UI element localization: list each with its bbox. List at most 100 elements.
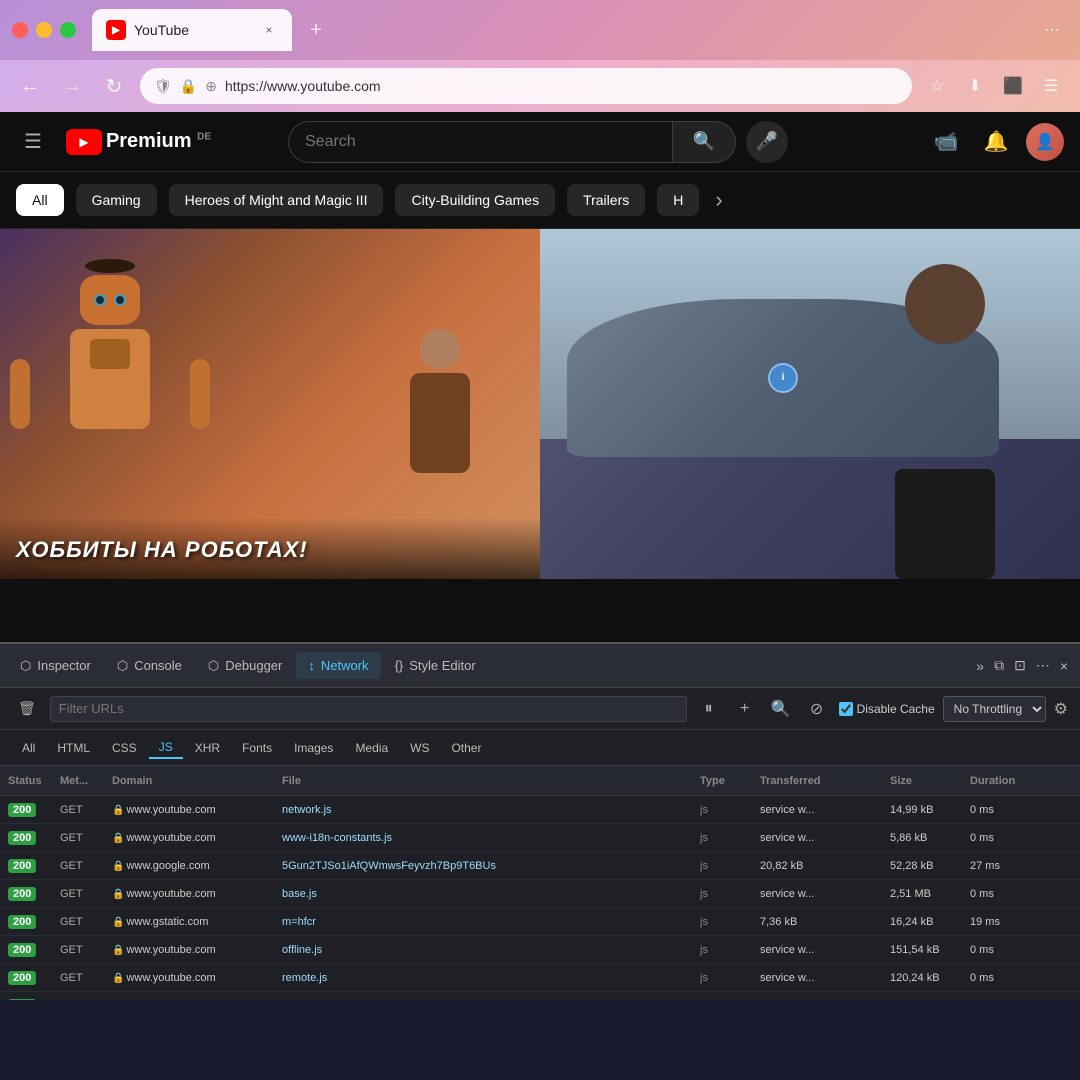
extensions-button[interactable]: ⬛: [998, 71, 1028, 101]
microphone-button[interactable]: 🎤: [746, 121, 788, 163]
filter-other[interactable]: Other: [441, 738, 491, 758]
domain-cell: 🔒www.google.com: [108, 860, 278, 872]
throttle-select[interactable]: No Throttling: [943, 696, 1046, 722]
block-urls-button[interactable]: ⊘: [803, 695, 831, 723]
method-cell: GET: [56, 944, 108, 956]
yt-videos: ХОББИТЫ НА РОБОТАХ! i: [0, 229, 1080, 579]
maximize-button[interactable]: [60, 22, 76, 38]
table-header: Status Met... Domain File Type Transferr…: [0, 766, 1080, 796]
search-input[interactable]: [288, 121, 672, 163]
chip-trailers[interactable]: Trailers: [567, 184, 645, 216]
lock-icon: 🔒: [112, 945, 124, 956]
transferred-cell: 20,82 kB: [756, 860, 886, 872]
add-video-button[interactable]: 📹: [926, 122, 966, 162]
chip-all[interactable]: All: [16, 184, 64, 216]
clear-network-button[interactable]: 🗑: [12, 696, 42, 721]
tab-style-editor[interactable]: {} Style Editor: [383, 652, 488, 679]
size-cell: 5,86 kB: [886, 832, 966, 844]
address-bar[interactable]: 🛡 🔒 ⊕ https://www.youtube.com: [140, 68, 912, 104]
overflow-menu-button[interactable]: ⋯: [1036, 14, 1068, 46]
close-button[interactable]: [12, 22, 28, 38]
header-method[interactable]: Met...: [56, 775, 108, 787]
tab-network[interactable]: ↕ Network: [296, 652, 380, 679]
yt-logo: ▶ Premium DE: [66, 129, 211, 155]
pause-recording-button[interactable]: ⏸: [695, 695, 723, 723]
browser-tab[interactable]: ▶ YouTube ×: [92, 9, 292, 51]
filter-css[interactable]: CSS: [102, 738, 147, 758]
disable-cache-checkbox[interactable]: [839, 702, 853, 716]
table-row[interactable]: 200 GET 🔒www.gstatic.com m=hfcr js 7,36 …: [0, 908, 1080, 936]
header-domain[interactable]: Domain: [108, 775, 278, 787]
chip-h[interactable]: H: [657, 184, 699, 216]
new-tab-button[interactable]: +: [300, 14, 332, 46]
filter-all[interactable]: All: [12, 738, 45, 758]
filter-xhr[interactable]: XHR: [185, 738, 230, 758]
table-row[interactable]: 200 GET 🔒www.youtube.com network.js js s…: [0, 796, 1080, 824]
table-row[interactable]: 200 GET 🔒www.youtube.com remote.js js se…: [0, 964, 1080, 992]
chip-heroes[interactable]: Heroes of Might and Magic III: [169, 184, 384, 216]
video-thumbnail-1[interactable]: ХОББИТЫ НА РОБОТАХ!: [0, 229, 540, 579]
reload-button[interactable]: ↻: [98, 70, 130, 102]
add-network-button[interactable]: +: [731, 695, 759, 723]
tab-close-button[interactable]: ×: [260, 21, 278, 39]
chip-gaming[interactable]: Gaming: [76, 184, 157, 216]
devtools-panel: ⬡ Inspector ⬡ Console ⬡ Debugger ↕ Netwo…: [0, 642, 1080, 1000]
transferred-cell: service w...: [756, 1000, 886, 1001]
search-network-button[interactable]: 🔍: [767, 695, 795, 723]
table-row[interactable]: 200 GET 🔒www.youtube.com miniplayer.js j…: [0, 992, 1080, 1000]
tab-console[interactable]: ⬡ Console: [105, 652, 194, 680]
devtools-close-button[interactable]: ×: [1056, 654, 1072, 678]
devtools-options-button[interactable]: ⋯: [1032, 653, 1054, 678]
filter-media[interactable]: Media: [345, 738, 398, 758]
status-badge: 200: [8, 803, 36, 817]
download-button[interactable]: ⬇: [960, 71, 990, 101]
type-cell: js: [696, 860, 756, 872]
forward-button[interactable]: →: [56, 70, 88, 102]
header-size[interactable]: Size: [886, 775, 966, 787]
video-thumbnail-2[interactable]: i: [540, 229, 1080, 579]
chip-city-building[interactable]: City-Building Games: [395, 184, 555, 216]
yt-menu-button[interactable]: ☰: [16, 121, 50, 162]
search-button[interactable]: 🔍: [672, 121, 736, 163]
filter-js[interactable]: JS: [149, 737, 183, 759]
header-status[interactable]: Status: [4, 775, 56, 787]
yt-search-bar: 🔍 🎤: [288, 121, 788, 163]
avatar[interactable]: 👤: [1026, 123, 1064, 161]
status-cell: 200: [4, 859, 56, 873]
filter-urls-input[interactable]: [50, 696, 687, 722]
tab-debugger[interactable]: ⬡ Debugger: [196, 652, 294, 680]
inspector-icon: ⬡: [20, 658, 31, 674]
devtools-more-button[interactable]: »: [972, 654, 988, 678]
notifications-button[interactable]: 🔔: [976, 122, 1016, 162]
filter-images[interactable]: Images: [284, 738, 343, 758]
minimize-button[interactable]: [36, 22, 52, 38]
filter-ws[interactable]: WS: [400, 738, 439, 758]
youtube-page: ☰ ▶ Premium DE 🔍 🎤 📹 🔔 👤 All Gaming Hero…: [0, 112, 1080, 642]
filter-html[interactable]: HTML: [47, 738, 100, 758]
file-cell: offline.js: [278, 944, 696, 956]
back-button[interactable]: ←: [14, 70, 46, 102]
header-file[interactable]: File: [278, 775, 696, 787]
file-cell: base.js: [278, 888, 696, 900]
duration-cell: 0 ms: [966, 804, 1046, 816]
status-cell: 200: [4, 943, 56, 957]
header-duration[interactable]: Duration: [966, 775, 1046, 787]
header-type[interactable]: Type: [696, 775, 756, 787]
table-row[interactable]: 200 GET 🔒www.youtube.com base.js js serv…: [0, 880, 1080, 908]
devtools-dock-button[interactable]: ⧉: [990, 653, 1008, 678]
filter-fonts[interactable]: Fonts: [232, 738, 282, 758]
table-row[interactable]: 200 GET 🔒www.google.com 5Gun2TJSo1iAfQWm…: [0, 852, 1080, 880]
network-settings-button[interactable]: ⚙: [1054, 699, 1068, 719]
size-cell: 2,51 MB: [886, 888, 966, 900]
bookmark-button[interactable]: ☆: [922, 71, 952, 101]
lock-icon: 🔒: [112, 889, 124, 900]
tab-inspector[interactable]: ⬡ Inspector: [8, 652, 103, 680]
header-transferred[interactable]: Transferred: [756, 775, 886, 787]
table-row[interactable]: 200 GET 🔒www.youtube.com offline.js js s…: [0, 936, 1080, 964]
domain-cell: 🔒www.gstatic.com: [108, 916, 278, 928]
devtools-undock-button[interactable]: ⊡: [1010, 653, 1030, 678]
chips-more-button[interactable]: ›: [711, 187, 726, 213]
table-row[interactable]: 200 GET 🔒www.youtube.com www-i18n-consta…: [0, 824, 1080, 852]
network-toolbar: 🗑 ⏸ + 🔍 ⊘ Disable Cache No Throttling ⚙: [0, 688, 1080, 730]
browser-menu-button[interactable]: ☰: [1036, 71, 1066, 101]
